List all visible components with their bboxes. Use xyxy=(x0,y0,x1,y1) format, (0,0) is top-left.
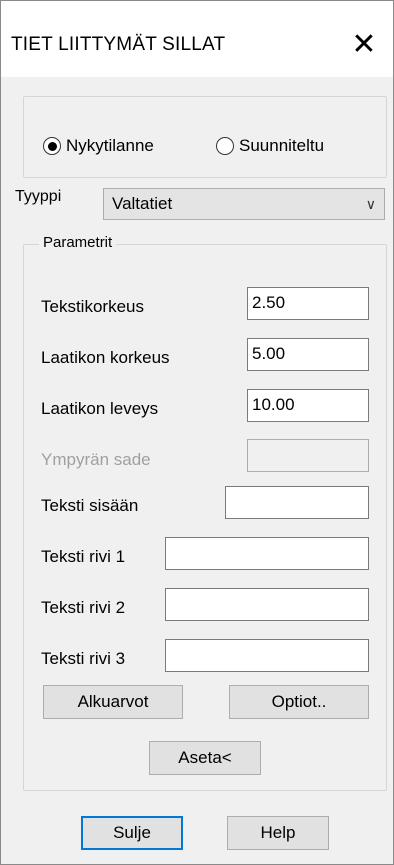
radio-nykytilanne-label: Nykytilanne xyxy=(66,136,154,155)
help-button[interactable]: Help xyxy=(227,816,329,850)
chevron-down-icon: ∨ xyxy=(365,196,376,212)
text-row2-input[interactable] xyxy=(165,588,369,621)
radio-nykytilanne[interactable]: Nykytilanne xyxy=(43,136,154,156)
set-button[interactable]: Aseta< xyxy=(149,741,261,775)
text-row3-input[interactable] xyxy=(165,639,369,672)
radio-suunniteltu[interactable]: Suunniteltu xyxy=(216,136,324,156)
text-row1-label: Teksti rivi 1 xyxy=(41,547,126,566)
parameters-legend: Parametrit xyxy=(39,234,117,251)
box-width-input[interactable]: 10.00 xyxy=(247,389,369,422)
close-button[interactable]: Sulje xyxy=(81,816,183,850)
box-height-label: Laatikon korkeus xyxy=(41,348,170,367)
defaults-button[interactable]: Alkuarvot xyxy=(43,685,183,719)
text-row3-label: Teksti rivi 3 xyxy=(41,649,126,668)
radio-button-unchecked[interactable] xyxy=(216,137,234,155)
text-row2-label: Teksti rivi 2 xyxy=(41,598,126,617)
type-select[interactable]: Valtatiet ∨ xyxy=(103,188,385,220)
radio-suunniteltu-label: Suunniteltu xyxy=(239,136,325,155)
text-row1-input[interactable] xyxy=(165,537,369,570)
circle-radius-input xyxy=(247,439,369,472)
text-height-label: Tekstikorkeus xyxy=(41,297,144,316)
window-title: TIET LIITTYMÄT SILLAT xyxy=(11,34,226,55)
type-select-value: Valtatiet xyxy=(112,194,173,213)
options-button[interactable]: Optiot.. xyxy=(229,685,369,719)
radio-button-checked[interactable] xyxy=(43,137,61,155)
title-bar: TIET LIITTYMÄT SILLAT ✕ xyxy=(1,1,393,77)
type-label: Tyyppi xyxy=(15,188,62,205)
text-inside-input[interactable] xyxy=(225,486,369,519)
text-height-input[interactable]: 2.50 xyxy=(247,287,369,320)
dialog-window: TIET LIITTYMÄT SILLAT ✕ Nykytilanne Suun… xyxy=(0,0,394,865)
circle-radius-label: Ympyrän sade xyxy=(41,450,151,469)
box-height-input[interactable]: 5.00 xyxy=(247,338,369,371)
box-width-label: Laatikon leveys xyxy=(41,399,159,418)
text-inside-label: Teksti sisään xyxy=(41,496,139,515)
close-icon[interactable]: ✕ xyxy=(341,23,387,69)
